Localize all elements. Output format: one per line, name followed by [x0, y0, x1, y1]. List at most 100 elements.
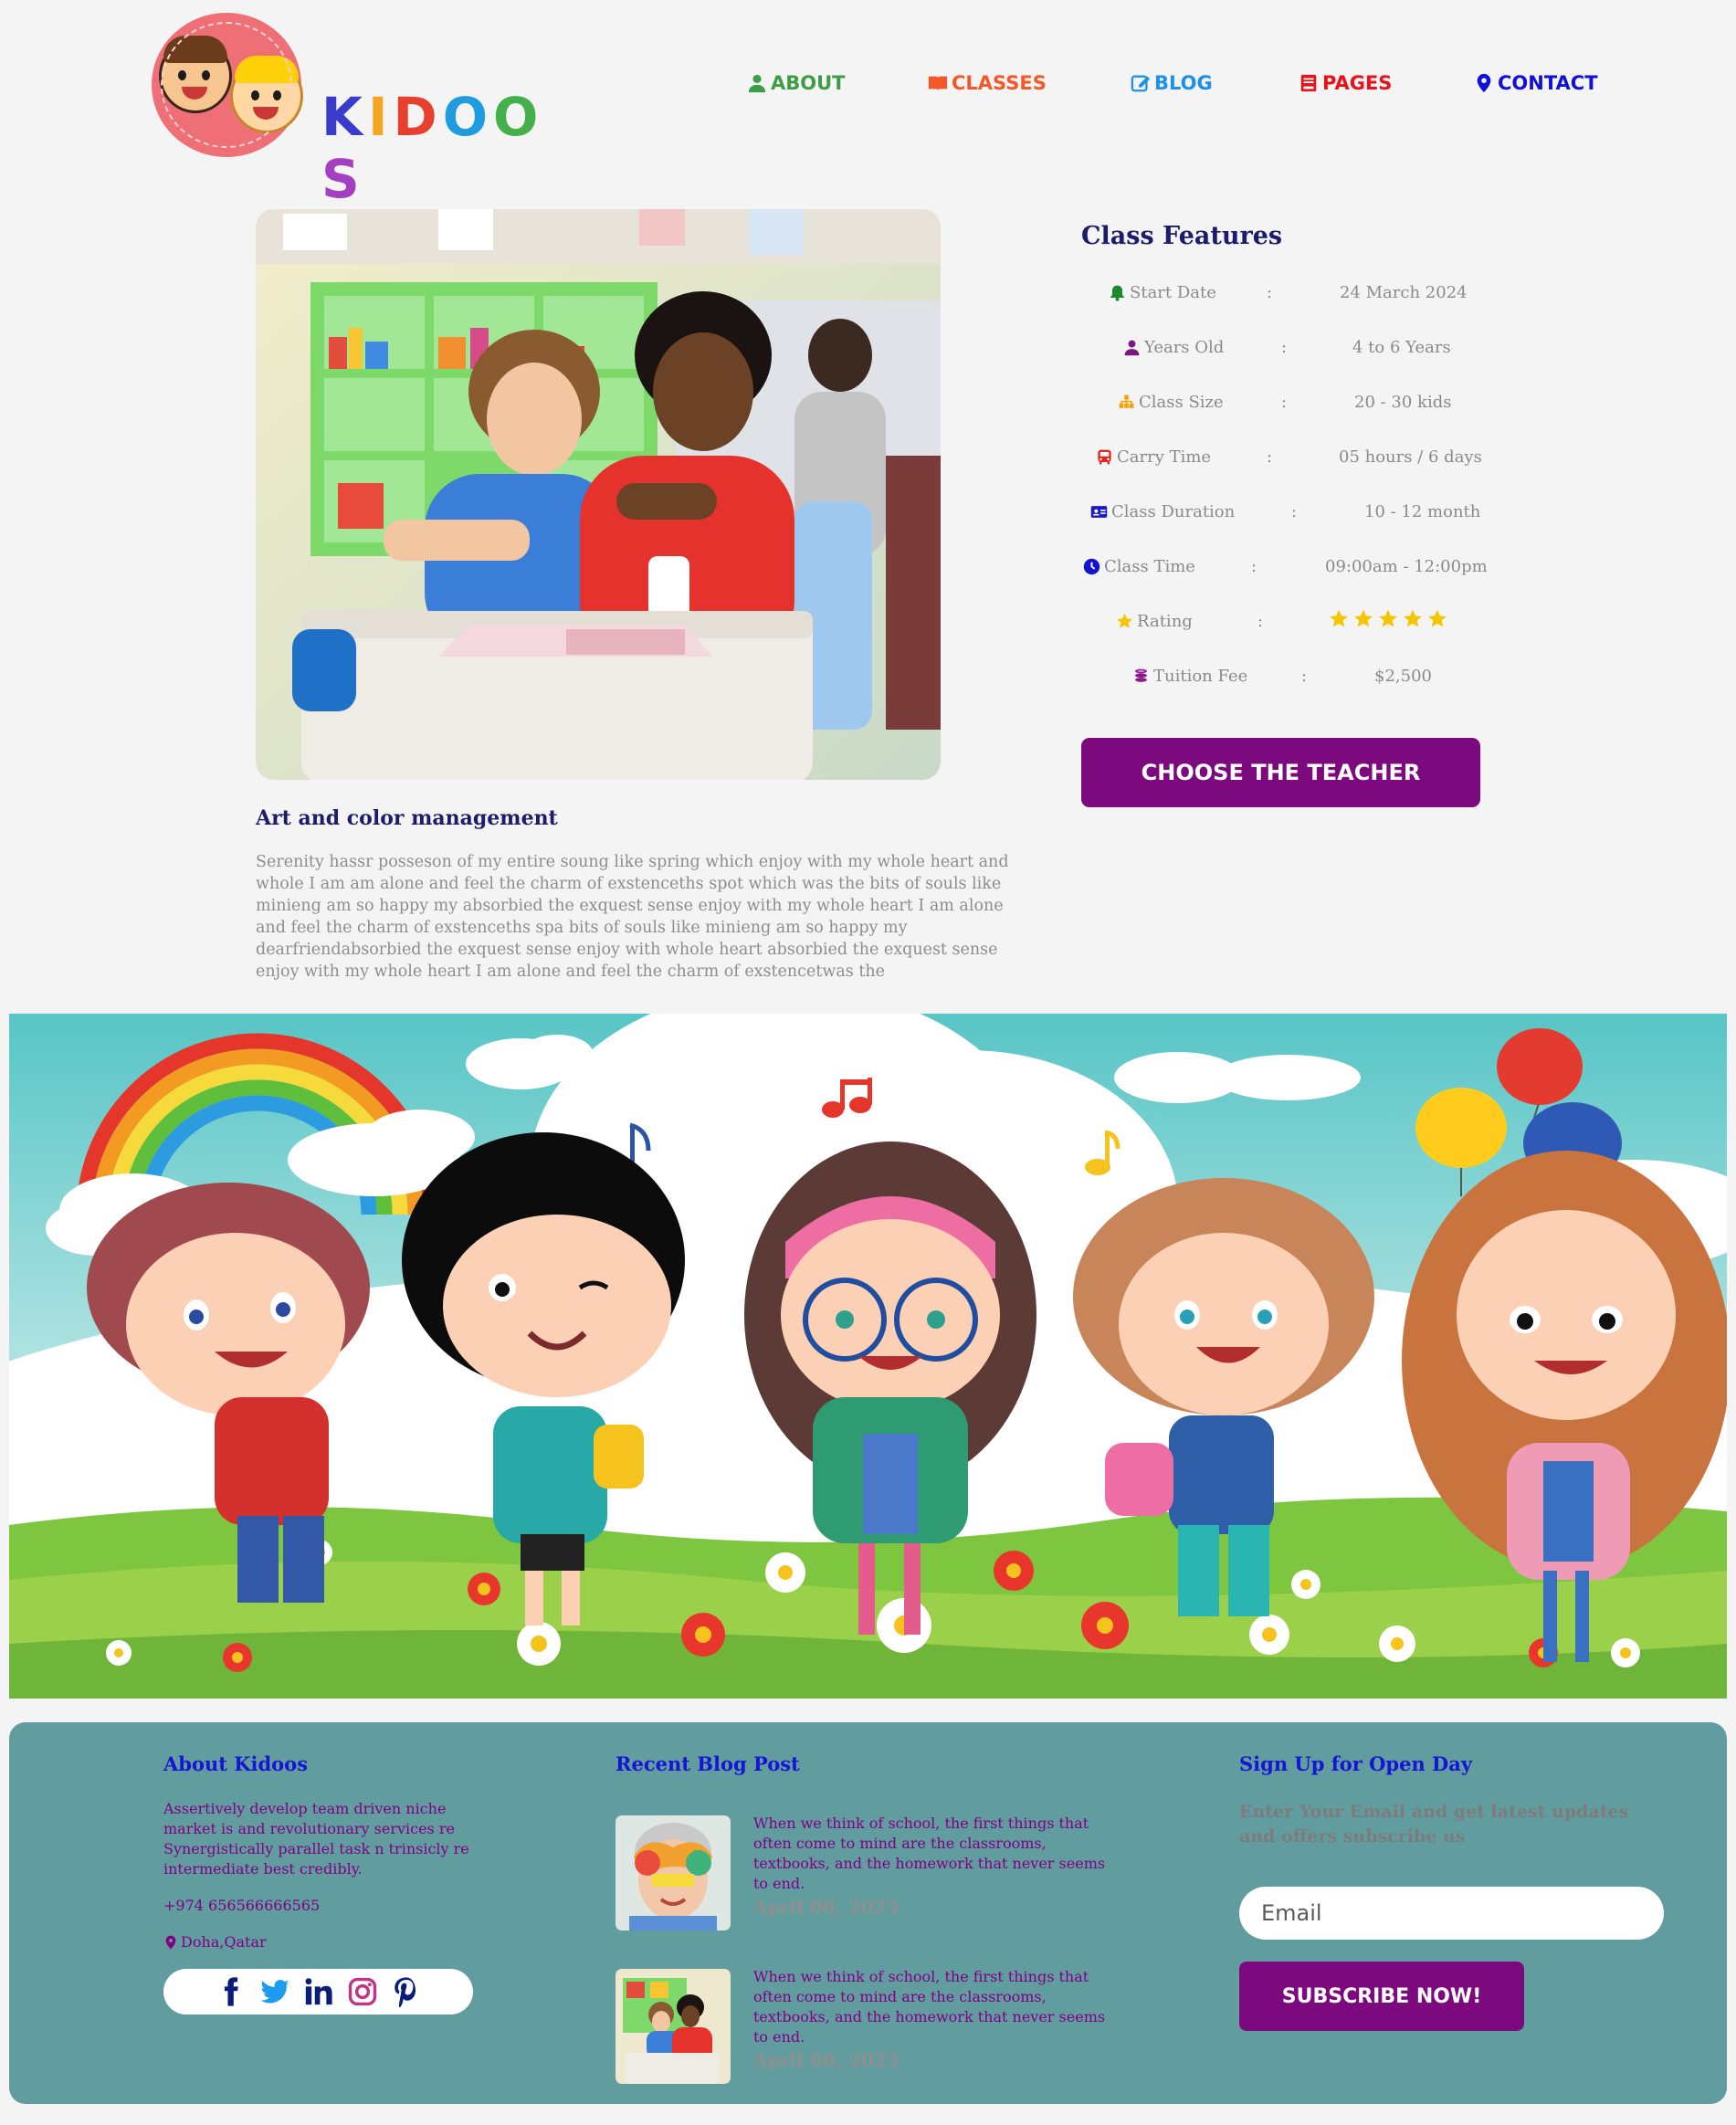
class-description: Serenity hassr posseson of my entire sou… [256, 853, 1009, 981]
nav-label: PAGES [1322, 72, 1393, 94]
feature-value: 20 - 30 kids [1354, 393, 1452, 412]
blog-post-thumbnail[interactable] [615, 1815, 731, 1930]
feature-row-years-old: Years Old : 4 to 6 Years [1081, 330, 1520, 366]
feature-label: Carry Time [1117, 447, 1212, 467]
twitter-link[interactable] [258, 1974, 292, 2009]
blog-post-excerpt[interactable]: When we think of school, the first thing… [753, 1814, 1119, 1894]
brand-letter: K [321, 86, 368, 148]
star-icon [1379, 609, 1397, 627]
rating-stars [1329, 609, 1447, 629]
brand-letter: O [442, 86, 494, 148]
star-icon [1116, 613, 1133, 628]
bus-icon [1098, 449, 1111, 465]
brand-logo[interactable]: KIDOO S [152, 13, 572, 210]
feature-row-class-duration: Class Duration : 10 - 12 month [1081, 494, 1520, 531]
blog-post-date: April 08, 2025 [753, 2049, 900, 2071]
pinterest-link[interactable] [389, 1974, 424, 2009]
email-input[interactable] [1239, 1887, 1664, 1940]
feature-separator: : [1267, 283, 1273, 302]
nav-pages[interactable]: PAGES [1299, 68, 1392, 99]
nav-label: BLOG [1154, 72, 1213, 94]
footer-signup-heading: Sign Up for Open Day [1239, 1752, 1473, 1775]
footer-about-text: Assertively develop team driven niche ma… [163, 1800, 469, 1878]
feature-label: Years Old [1144, 338, 1225, 357]
feature-label: Class Duration [1111, 502, 1236, 521]
brand-letter: O [493, 86, 544, 148]
nav-about[interactable]: ABOUT [747, 68, 846, 99]
footer-about-heading: About Kidoos [163, 1752, 309, 1775]
feature-value: $2,500 [1374, 667, 1432, 686]
blog-post-excerpt[interactable]: When we think of school, the first thing… [753, 1967, 1119, 2047]
location-text: Doha,Qatar [181, 1933, 267, 1951]
boy-face-icon [159, 36, 232, 113]
facebook-icon [224, 1977, 238, 2006]
nav-label: CLASSES [952, 72, 1047, 94]
signup-description: Enter Your Email and get latest updates … [1239, 1802, 1629, 1846]
feature-row-class-size: Class Size : 20 - 30 kids [1081, 384, 1520, 421]
feature-row-start-date: Start Date : 24 March 2024 [1081, 275, 1520, 311]
star-icon [1330, 609, 1348, 627]
feature-value: 10 - 12 month [1364, 502, 1481, 521]
id-card-icon [1090, 506, 1108, 518]
feature-value: 05 hours / 6 days [1339, 447, 1482, 467]
social-links [163, 1969, 473, 2015]
nav-blog[interactable]: BLOG [1131, 68, 1213, 99]
feature-separator: : [1257, 612, 1264, 631]
feature-row-rating: Rating : [1081, 604, 1520, 640]
nav-contact[interactable]: CONTACT [1474, 68, 1598, 99]
classroom-image [256, 209, 941, 780]
feature-separator: : [1281, 338, 1288, 357]
instagram-link[interactable] [345, 1974, 380, 2009]
child-painting-image [615, 1815, 731, 1930]
feature-value: 09:00am - 12:00pm [1325, 557, 1488, 576]
feature-label: Start Date [1130, 283, 1216, 302]
class-photo [256, 209, 941, 780]
girl-face-icon [230, 56, 303, 133]
blog-post-thumbnail[interactable] [615, 1969, 731, 2084]
feature-separator: : [1267, 447, 1273, 467]
star-icon [1428, 609, 1447, 627]
feature-value: 24 March 2024 [1340, 283, 1468, 302]
feature-separator: : [1251, 557, 1257, 576]
linkedin-icon [305, 1978, 332, 2005]
feature-separator: : [1301, 667, 1308, 686]
feature-label: Tuition Fee [1153, 667, 1248, 686]
classroom-image [615, 1969, 731, 2084]
feature-row-class-time: Class Time : 09:00am - 12:00pm [1081, 549, 1520, 585]
choose-teacher-button[interactable]: CHOOSE THE TEACHER [1081, 738, 1480, 807]
site-footer: About Kidoos Assertively develop team dr… [9, 1722, 1727, 2104]
nav-label: CONTACT [1498, 72, 1598, 94]
linkedin-link[interactable] [301, 1974, 336, 2009]
star-icon [1354, 609, 1373, 627]
instagram-icon [348, 1977, 376, 2006]
subscribe-button[interactable]: SUBSCRIBE NOW! [1239, 1962, 1524, 2031]
brand-name: KIDOO S [321, 86, 572, 210]
brand-letter: D [393, 86, 443, 148]
clock-icon [1083, 558, 1100, 575]
sitemap-icon [1119, 394, 1134, 408]
user-icon [1124, 340, 1140, 356]
blog-post-date: April 08, 2025 [753, 1896, 900, 1918]
twitter-icon [259, 1980, 289, 2004]
feature-separator: : [1291, 502, 1298, 521]
book-icon [928, 76, 948, 91]
footer-blog-heading: Recent Blog Post [615, 1752, 800, 1775]
edit-icon [1131, 75, 1151, 92]
book-bookmark-icon [1300, 74, 1317, 92]
logo-badge [152, 13, 303, 157]
location-pin-icon [165, 1935, 176, 1950]
location-pin-icon [1477, 73, 1491, 93]
feature-label: Class Time [1104, 557, 1195, 576]
features-title: Class Features [1081, 222, 1283, 250]
feature-label: Class Size [1139, 393, 1224, 412]
feature-row-tuition-fee: Tuition Fee : $2,500 [1081, 658, 1520, 695]
user-icon [748, 74, 766, 93]
class-title: Art and color management [256, 806, 558, 830]
feature-value: 4 to 6 Years [1352, 338, 1451, 357]
nav-classes[interactable]: CLASSES [928, 68, 1047, 99]
footer-phone[interactable]: +974 656566666565 [163, 1896, 320, 1916]
brand-letter: I [367, 86, 394, 148]
bell-icon [1110, 285, 1125, 301]
facebook-link[interactable] [214, 1974, 248, 2009]
pinterest-icon [394, 1977, 416, 2007]
